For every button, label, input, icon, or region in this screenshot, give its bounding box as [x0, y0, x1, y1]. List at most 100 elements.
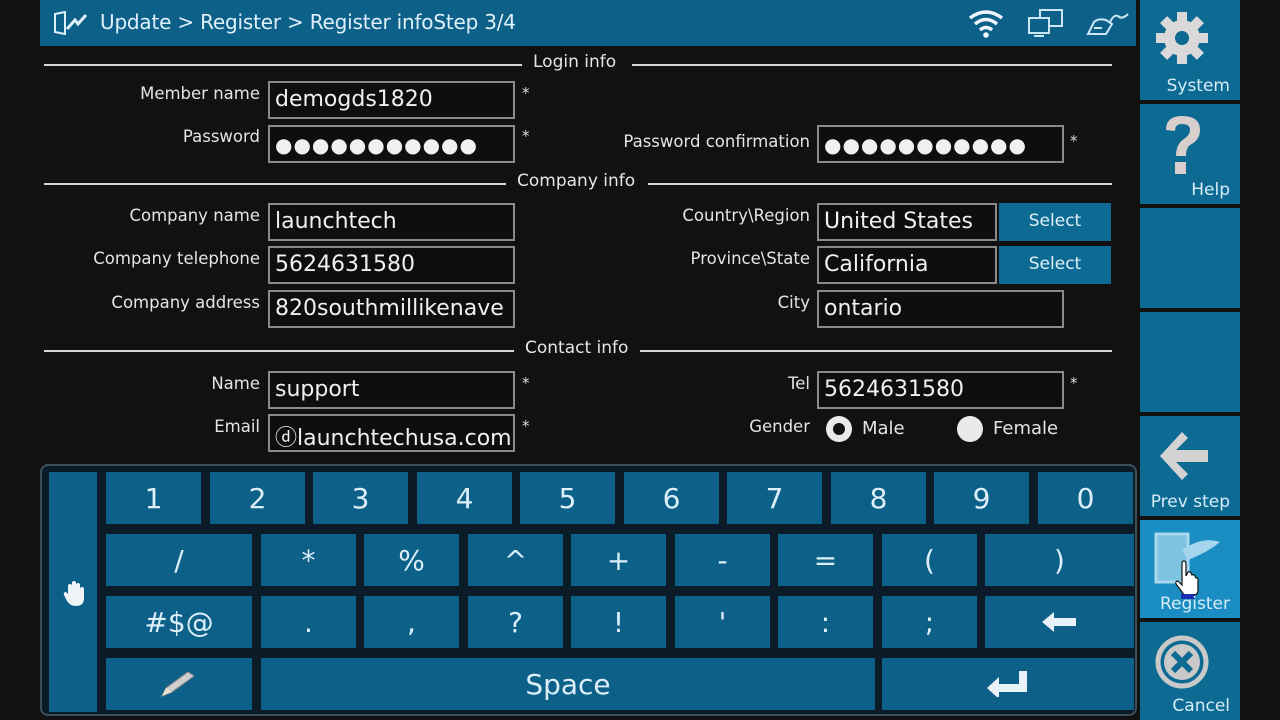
company-telephone-label: Company telephone [93, 249, 260, 268]
key-3[interactable]: 3 [313, 472, 408, 524]
key-9[interactable]: 9 [934, 472, 1029, 524]
back-arrow-icon [1160, 432, 1208, 480]
enter-icon [987, 671, 1027, 697]
key-slash[interactable]: / [106, 534, 252, 586]
sidebar-empty-slot [1140, 312, 1240, 412]
pencil-icon [160, 671, 195, 697]
cancel-label: Cancel [1172, 696, 1230, 716]
key-4[interactable]: 4 [417, 472, 512, 524]
key-enter[interactable] [882, 658, 1134, 710]
required-marker: * [522, 417, 530, 435]
contact-name-input[interactable]: support [268, 371, 515, 409]
key-0[interactable]: 0 [1038, 472, 1133, 524]
network-icon [1028, 9, 1063, 37]
section-divider [44, 350, 514, 352]
gender-male-label[interactable]: Male [862, 418, 905, 439]
key-plus[interactable]: + [571, 534, 666, 586]
company-telephone-input[interactable]: 5624631580 [268, 246, 515, 284]
register-button[interactable]: Register [1140, 520, 1240, 618]
backspace-arrow-icon [1041, 612, 1076, 632]
gender-female-label[interactable]: Female [993, 418, 1058, 439]
password-input[interactable]: ●●●●●●●●●●● [268, 125, 515, 163]
key-backspace[interactable] [985, 596, 1134, 648]
on-screen-keyboard: 1 2 3 4 5 6 7 8 9 0 /*% ^ + - =() #$@.,?! ':; Space [40, 464, 1137, 716]
key-space[interactable]: Space [261, 658, 875, 710]
required-marker: * [1070, 132, 1078, 150]
key-5[interactable]: 5 [520, 472, 615, 524]
section-company-title: Company info [517, 171, 636, 191]
required-marker: * [522, 84, 530, 102]
cancel-button[interactable]: Cancel [1140, 622, 1240, 720]
member-name-input[interactable]: demogds1820 [268, 81, 515, 119]
key-colon[interactable]: : [778, 596, 873, 648]
prev-step-label: Prev step [1150, 492, 1230, 512]
required-marker: * [522, 127, 530, 145]
update-icon [54, 11, 87, 35]
city-label: City [777, 293, 810, 312]
key-percent[interactable]: % [364, 534, 459, 586]
country-select-button[interactable]: Select [999, 203, 1111, 241]
keyboard-drag-handle[interactable] [49, 472, 97, 712]
company-address-input[interactable]: 820southmillikenave [268, 290, 515, 328]
section-divider [44, 64, 522, 66]
key-question[interactable]: ? [468, 596, 563, 648]
province-select-button[interactable]: Select [999, 246, 1111, 284]
key-right-paren[interactable]: ) [985, 534, 1134, 586]
gender-label: Gender [749, 417, 810, 436]
password-confirmation-input[interactable]: ●●●●●●●●●●● [817, 125, 1064, 163]
key-2[interactable]: 2 [210, 472, 305, 524]
register-label: Register [1160, 594, 1230, 614]
help-button[interactable]: Help [1140, 104, 1240, 204]
section-divider [632, 64, 1112, 66]
title-bar: Update > Register > Register infoStep 3/… [40, 0, 1136, 46]
key-asterisk[interactable]: * [261, 534, 356, 586]
wifi-icon [968, 10, 1004, 38]
key-1[interactable]: 1 [106, 472, 201, 524]
contact-name-label: Name [211, 374, 260, 393]
password-label: Password [182, 127, 260, 146]
key-period[interactable]: . [261, 596, 356, 648]
section-contact-title: Contact info [525, 338, 629, 358]
gender-female-radio[interactable] [957, 416, 983, 442]
company-address-label: Company address [111, 293, 260, 312]
email-input[interactable]: ⓓlaunchtechusa.com [268, 414, 515, 452]
key-edit[interactable] [106, 658, 252, 710]
required-marker: * [522, 374, 530, 392]
section-divider [648, 183, 1112, 185]
member-name-label: Member name [140, 84, 260, 103]
province-state-input[interactable]: California [817, 246, 997, 284]
key-7[interactable]: 7 [727, 472, 822, 524]
section-login-title: Login info [533, 52, 617, 72]
key-minus[interactable]: - [675, 534, 770, 586]
cancel-icon [1155, 635, 1209, 689]
question-icon [1166, 116, 1200, 174]
prev-step-button[interactable]: Prev step [1140, 416, 1240, 516]
system-button[interactable]: System [1140, 0, 1240, 100]
key-apostrophe[interactable]: ' [675, 596, 770, 648]
city-input[interactable]: ontario [817, 290, 1064, 328]
key-caret[interactable]: ^ [468, 534, 563, 586]
key-6[interactable]: 6 [624, 472, 719, 524]
company-name-input[interactable]: launchtech [268, 203, 515, 241]
vci-connector-icon [1086, 13, 1129, 35]
breadcrumb-title: Update > Register > Register infoStep 3/… [100, 10, 516, 34]
key-exclamation[interactable]: ! [571, 596, 666, 648]
country-region-input[interactable]: United States [817, 203, 997, 241]
section-divider [640, 350, 1112, 352]
key-8[interactable]: 8 [831, 472, 926, 524]
key-comma[interactable]: , [364, 596, 459, 648]
section-divider [44, 183, 506, 185]
tel-input[interactable]: 5624631580 [817, 371, 1064, 409]
gear-icon [1156, 12, 1208, 64]
company-name-label: Company name [129, 206, 260, 225]
sidebar-empty-slot [1140, 208, 1240, 308]
province-state-label: Province\State [690, 249, 810, 268]
key-left-paren[interactable]: ( [882, 534, 977, 586]
key-equals[interactable]: = [778, 534, 873, 586]
key-semicolon[interactable]: ; [882, 596, 977, 648]
gender-male-radio[interactable] [826, 416, 852, 442]
required-marker: * [1070, 374, 1078, 392]
hand-icon [63, 581, 84, 606]
key-symbols[interactable]: #$@ [106, 596, 252, 648]
help-label: Help [1191, 180, 1230, 200]
